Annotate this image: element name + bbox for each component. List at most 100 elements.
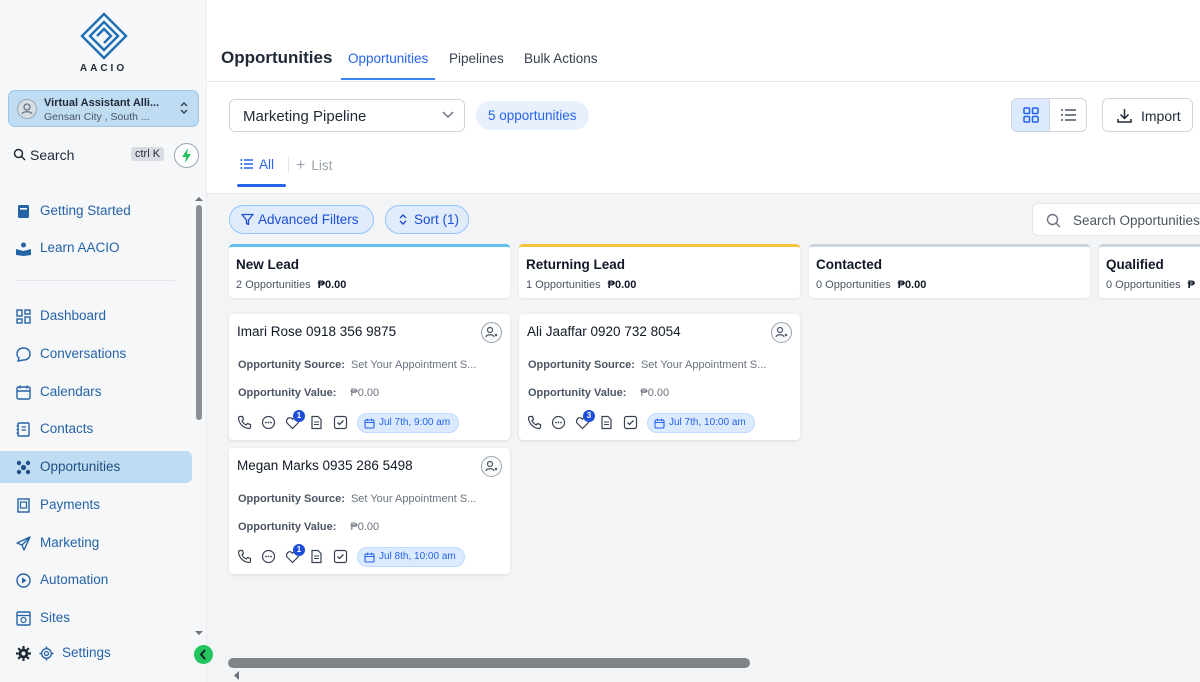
sidebar-search[interactable]: Search ctrl K xyxy=(8,144,166,166)
sidebar-item-contacts[interactable]: Contacts xyxy=(0,413,192,445)
advanced-filters-button[interactable]: Advanced Filters xyxy=(229,205,374,234)
stage-column-header[interactable]: Contacted 0 Opportunities ₱0.00 xyxy=(809,244,1090,298)
message-icon[interactable] xyxy=(261,549,276,564)
gear-icon xyxy=(38,645,55,662)
stage-summary: 0 Opportunities ₱0.00 xyxy=(816,279,926,291)
sidebar-item-payments[interactable]: Payments xyxy=(0,489,192,521)
assign-user-icon[interactable] xyxy=(771,322,792,343)
sidebar-item-conversations[interactable]: Conversations xyxy=(0,338,192,370)
board-horizontal-scrollbar[interactable] xyxy=(228,658,750,668)
opportunity-card[interactable]: Megan Marks 0935 286 5498 Opportunity So… xyxy=(229,448,510,574)
card-title: Imari Rose 0918 356 9875 xyxy=(237,324,397,339)
subtab-list[interactable]: + List xyxy=(296,157,332,175)
import-button[interactable]: Import xyxy=(1102,98,1193,132)
subtab-all[interactable]: All xyxy=(240,157,274,172)
stage-count: 0 Opportunities xyxy=(816,279,891,291)
contacts-icon xyxy=(15,421,32,438)
opportunities-search-placeholder: Search Opportunities xyxy=(1073,213,1200,228)
chat-icon xyxy=(15,346,32,363)
stage-column-header[interactable]: New Lead 2 Opportunities ₱0.00 xyxy=(229,244,510,298)
account-avatar-icon xyxy=(17,99,37,119)
document-icon[interactable] xyxy=(309,415,324,430)
sidebar-item-learn[interactable]: Learn AACIO xyxy=(0,232,192,264)
board-view-button[interactable] xyxy=(1012,99,1050,131)
phone-icon[interactable] xyxy=(237,549,252,564)
account-switcher[interactable]: Virtual Assistant Alli... Gensan City , … xyxy=(8,90,199,127)
card-value-row: Opportunity Value: ₱0.00 xyxy=(238,387,379,399)
stage-count: 1 Opportunities xyxy=(526,279,601,291)
calendar-icon xyxy=(654,418,665,429)
card-title: Megan Marks 0935 286 5498 xyxy=(237,458,413,473)
opportunity-card[interactable]: Ali Jaaffar 0920 732 8054 Opportunity So… xyxy=(519,314,800,440)
sidebar-item-settings[interactable]: Settings xyxy=(0,637,192,669)
automation-icon xyxy=(15,572,32,589)
message-icon[interactable] xyxy=(551,415,566,430)
card-source-value: Set Your Appointment S... xyxy=(640,359,767,371)
scroll-left-icon[interactable] xyxy=(233,671,240,680)
opportunity-count-badge: 5 opportunities xyxy=(476,101,589,130)
stage-amount: ₱0.00 xyxy=(317,279,347,291)
opportunity-card[interactable]: Imari Rose 0918 356 9875 Opportunity Sou… xyxy=(229,314,510,440)
stage-column-header[interactable]: Qualified 0 Opportunities ₱ xyxy=(1099,244,1200,298)
card-value-label: Opportunity Value: xyxy=(528,387,627,399)
stage-column-header[interactable]: Returning Lead 1 Opportunities ₱0.00 xyxy=(519,244,800,298)
sidebar-item-label: Getting Started xyxy=(40,203,131,218)
tab-bulk-actions[interactable]: Bulk Actions xyxy=(524,51,598,66)
search-shortcut: ctrl K xyxy=(131,147,165,161)
document-icon[interactable] xyxy=(309,549,324,564)
tab-pipelines[interactable]: Pipelines xyxy=(449,51,504,66)
sidebar-item-label: Sites xyxy=(40,610,71,625)
sidebar-item-label: Automation xyxy=(40,572,109,587)
appointment-date-badge[interactable]: Jul 7th, 9:00 am xyxy=(357,413,460,433)
sidebar-item-getting-started[interactable]: Getting Started xyxy=(0,195,192,227)
sidebar-item-marketing[interactable]: Marketing xyxy=(0,527,192,559)
assign-user-icon[interactable] xyxy=(481,322,502,343)
appointment-date-badge[interactable]: Jul 7th, 10:00 am xyxy=(647,413,755,433)
sidebar-item-label: Settings xyxy=(62,645,111,660)
sidebar-scrollbar[interactable] xyxy=(195,195,203,641)
tab-opportunities[interactable]: Opportunities xyxy=(348,51,428,66)
pipeline-select-value: Marketing Pipeline xyxy=(243,108,367,125)
stage-name: Contacted xyxy=(816,257,883,272)
stage-count: 0 Opportunities xyxy=(1106,279,1181,291)
sidebar-item-sites[interactable]: Sites xyxy=(0,602,192,634)
task-checkbox-icon[interactable] xyxy=(623,415,638,430)
quick-action-bolt-icon[interactable] xyxy=(174,143,199,168)
stage-amount: ₱ xyxy=(1187,279,1195,291)
stage-name: New Lead xyxy=(236,257,300,272)
grid-icon xyxy=(1023,107,1039,123)
collapse-sidebar-button[interactable] xyxy=(194,645,213,664)
card-value-row: Opportunity Value: ₱0.00 xyxy=(238,521,379,533)
appointment-date: Jul 8th, 10:00 am xyxy=(379,551,456,562)
advanced-filters-label: Advanced Filters xyxy=(258,212,359,227)
sidebar-item-opportunities[interactable]: Opportunities xyxy=(0,451,192,483)
scroll-up-icon xyxy=(195,197,203,201)
plus-icon: + xyxy=(296,157,306,174)
phone-icon[interactable] xyxy=(237,415,252,430)
card-value-label: Opportunity Value: xyxy=(238,521,337,533)
tag-count-badge: 1 xyxy=(293,544,305,556)
card-source-row: Opportunity Source: Set Your Appointment … xyxy=(528,359,766,371)
sort-button[interactable]: Sort (1) xyxy=(385,205,469,234)
sidebar-item-automation[interactable]: Automation xyxy=(0,564,192,596)
list-icon xyxy=(240,159,253,169)
account-location: Gensan City , South ... xyxy=(44,111,150,123)
message-icon[interactable] xyxy=(261,415,276,430)
phone-icon[interactable] xyxy=(527,415,542,430)
sort-icon xyxy=(398,213,408,226)
appointment-date-badge[interactable]: Jul 8th, 10:00 am xyxy=(357,547,465,567)
task-checkbox-icon[interactable] xyxy=(333,415,348,430)
top-header: Opportunities Opportunities Pipelines Bu… xyxy=(207,0,1200,82)
payments-icon xyxy=(15,497,32,514)
document-icon[interactable] xyxy=(599,415,614,430)
sidebar-scroll-thumb[interactable] xyxy=(196,205,202,420)
list-view-button[interactable] xyxy=(1050,99,1086,131)
opportunities-search-input[interactable]: Search Opportunities xyxy=(1032,203,1200,236)
sidebar-item-calendars[interactable]: Calendars xyxy=(0,376,192,408)
search-icon xyxy=(13,148,26,161)
sidebar-item-dashboard[interactable]: Dashboard xyxy=(0,300,192,332)
pipeline-select[interactable]: Marketing Pipeline xyxy=(229,99,465,132)
assign-user-icon[interactable] xyxy=(481,456,502,477)
task-checkbox-icon[interactable] xyxy=(333,549,348,564)
appointment-date: Jul 7th, 10:00 am xyxy=(669,417,746,428)
